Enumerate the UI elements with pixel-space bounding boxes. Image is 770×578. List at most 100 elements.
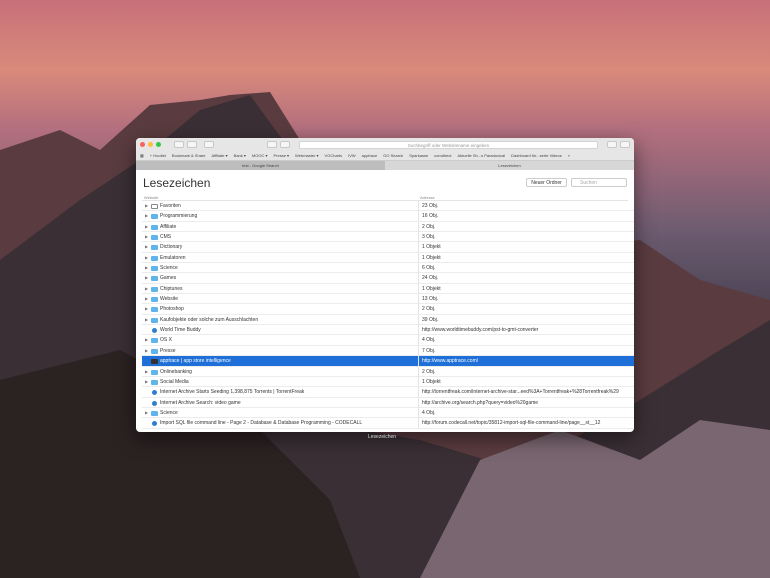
tab-google[interactable]: test - Google Search (136, 161, 385, 170)
disclosure-triangle-icon[interactable]: ▶ (145, 242, 148, 252)
bookmark-bar-item[interactable]: VGCharts (325, 153, 343, 158)
bookmark-row[interactable]: ▶ Kaufobjekte oder solche zum Ausschlacht… (142, 314, 634, 326)
disclosure-triangle-icon[interactable]: ▶ (145, 273, 148, 283)
disclosure-triangle-icon[interactable]: ▶ (145, 294, 148, 304)
bookmark-address: 2 Obj. (418, 304, 634, 315)
bookmark-list: ▶ Favoriten 23 Obj. ▶ Programmierung 16 Obj. ▶… (142, 201, 634, 429)
close-button[interactable] (140, 142, 145, 147)
bookmark-address: 3 Obj. (418, 232, 634, 243)
grid-icon[interactable]: ▦ (140, 153, 144, 158)
folder-icon (151, 369, 158, 375)
folder-icon (151, 348, 158, 354)
bookmark-address: 4 Obj. (418, 335, 634, 346)
disclosure-triangle-icon[interactable]: ▶ (145, 253, 148, 263)
bookmark-address: 2 Obj. (418, 366, 634, 377)
bookmark-row[interactable]: ▶ Programmierung 16 Obj. (142, 211, 634, 222)
bookmark-name: Programmierung (160, 213, 198, 220)
bookmark-name: Chiptunes (160, 285, 183, 292)
bookmark-address: 6 Obj. (418, 263, 634, 274)
col-website[interactable]: Website (144, 195, 158, 200)
extension-icon[interactable] (267, 141, 277, 148)
bookmark-bar-item[interactable]: + Hootlet (150, 153, 166, 158)
bookmark-row[interactable]: ▶ Favoriten 23 Obj. (142, 201, 634, 212)
bookmark-bar-item[interactable]: IVW (348, 153, 356, 158)
disclosure-triangle-icon[interactable]: ▶ (145, 304, 148, 314)
page-title: Lesezeichen (143, 176, 211, 190)
folder-icon (151, 235, 158, 241)
forward-button[interactable] (187, 141, 197, 148)
share-button[interactable] (607, 141, 617, 148)
bookmark-bar-item[interactable]: Affiliate ▾ (211, 153, 227, 158)
bookmark-bar-item[interactable]: Webmaster ▾ (295, 153, 319, 158)
bookmark-name: Internet Archive Search: video game (160, 399, 241, 406)
disclosure-triangle-icon[interactable]: ▶ (145, 284, 148, 294)
bookmark-address: 23 Obj. (418, 201, 634, 211)
bookmark-row[interactable]: ▶ Science 4 Obj. (142, 407, 634, 419)
bookmark-row[interactable]: apptrace | app store intelligence http://… (142, 356, 634, 367)
info-icon[interactable] (280, 141, 290, 148)
address-bar[interactable]: Suchbegriff oder Websitename eingeben (299, 140, 598, 149)
disclosure-triangle-icon[interactable]: ▶ (145, 408, 148, 418)
minimize-button[interactable] (148, 142, 153, 147)
bookmark-row[interactable]: ▶ OS X 4 Obj. (142, 335, 634, 346)
bookmark-row[interactable]: Internet Archive Search: video game http:… (142, 397, 634, 408)
bookmark-bar-item[interactable]: Bank ▾ (234, 153, 246, 158)
disclosure-triangle-icon[interactable]: ▶ (145, 222, 148, 232)
bookmark-bar-item[interactable]: Dashboard für...serte Videos (511, 153, 562, 158)
bookmark-bar-item[interactable]: Sparkasse (409, 153, 428, 158)
bookmark-address: http://www.apptrace.com/ (418, 356, 634, 367)
bookmark-row[interactable]: ▶ Social Media 1 Objekt (142, 376, 634, 388)
bookmark-row[interactable]: ▶ Science 6 Obj. (142, 263, 634, 274)
bookmark-row[interactable]: ▶ Emulatoren 1 Objekt (142, 252, 634, 264)
disclosure-triangle-icon[interactable]: ▶ (145, 335, 148, 345)
bookmark-bar-item[interactable]: comdirect (434, 153, 451, 158)
bookmark-name: Favoriten (160, 203, 181, 209)
tab-bookmarks[interactable]: Lesezeichen (385, 161, 634, 170)
bookmark-bar-item[interactable]: Presse ▾ (273, 153, 289, 158)
folder-icon (151, 410, 158, 416)
tab-bar: test - Google Search Lesezeichen (136, 161, 634, 170)
bookmark-row[interactable]: ▶ CMS 3 Obj. (142, 232, 634, 243)
sidebar-button[interactable] (204, 141, 214, 148)
disclosure-triangle-icon[interactable]: ▶ (145, 201, 148, 211)
folder-icon (151, 214, 158, 220)
bookmark-bar-item[interactable]: Aktuelle Sh...s Paradoxical (458, 153, 506, 158)
col-address[interactable]: Adresse (420, 195, 435, 200)
bookmark-row[interactable]: ▶ Onlinebanking 2 Obj. (142, 366, 634, 377)
new-folder-button[interactable]: Neuer Ordner (526, 178, 567, 187)
bookmark-row[interactable]: Import SQL file command line - Page 2 - … (142, 418, 634, 429)
bookmark-address: 1 Objekt (418, 283, 634, 294)
disclosure-triangle-icon[interactable]: ▶ (145, 346, 148, 356)
bookmarks-editor: Lesezeichen Neuer Ordner Suchen Website … (136, 170, 634, 432)
bookmark-row[interactable]: ▶ Affiliate 2 Obj. (142, 221, 634, 233)
bookmark-bar-item[interactable]: apptrace (362, 153, 378, 158)
globe-icon (152, 421, 157, 427)
bookmark-row[interactable]: Internet Archive Starts Seeding 1,398,87… (142, 387, 634, 398)
disclosure-triangle-icon[interactable]: ▶ (145, 263, 148, 273)
bookmark-bar-item[interactable]: Bookmark & Share (172, 153, 206, 158)
disclosure-triangle-icon[interactable]: ▶ (145, 232, 148, 242)
bookmark-row[interactable]: ▶ Games 24 Obj. (142, 273, 634, 284)
bookmark-row[interactable]: World Time Buddy http://www.worldtimebudd… (142, 325, 634, 336)
bookmark-bar-item[interactable]: GO Search (383, 153, 403, 158)
bookmark-bar-item[interactable]: » (568, 153, 570, 158)
bookmark-row[interactable]: ▶ Chiptunes 1 Objekt (142, 283, 634, 295)
folder-icon (151, 245, 158, 251)
zoom-button[interactable] (156, 142, 161, 147)
disclosure-triangle-icon[interactable]: ▶ (145, 367, 148, 377)
disclosure-triangle-icon[interactable]: ▶ (145, 315, 148, 325)
bookmark-address: 1 Objekt (418, 242, 634, 253)
bookmark-bar-item[interactable]: MOOC ▾ (252, 153, 268, 158)
caption: Lesezeichen (368, 434, 397, 440)
search-input[interactable]: Suchen (571, 178, 627, 187)
bookmark-row[interactable]: ▶ Presse 7 Obj. (142, 345, 634, 357)
disclosure-triangle-icon[interactable]: ▶ (145, 211, 148, 221)
bookmark-row[interactable]: ▶ Photoshop 2 Obj. (142, 304, 634, 315)
bookmark-address: 1 Objekt (418, 376, 634, 387)
bookmark-name: Presse (160, 347, 176, 354)
disclosure-triangle-icon[interactable]: ▶ (145, 377, 148, 387)
bookmark-row[interactable]: ▶ Website 13 Obj. (142, 294, 634, 305)
tabs-button[interactable] (620, 141, 630, 148)
back-button[interactable] (174, 141, 184, 148)
bookmark-row[interactable]: ▶ Dictionary 1 Objekt (142, 242, 634, 253)
